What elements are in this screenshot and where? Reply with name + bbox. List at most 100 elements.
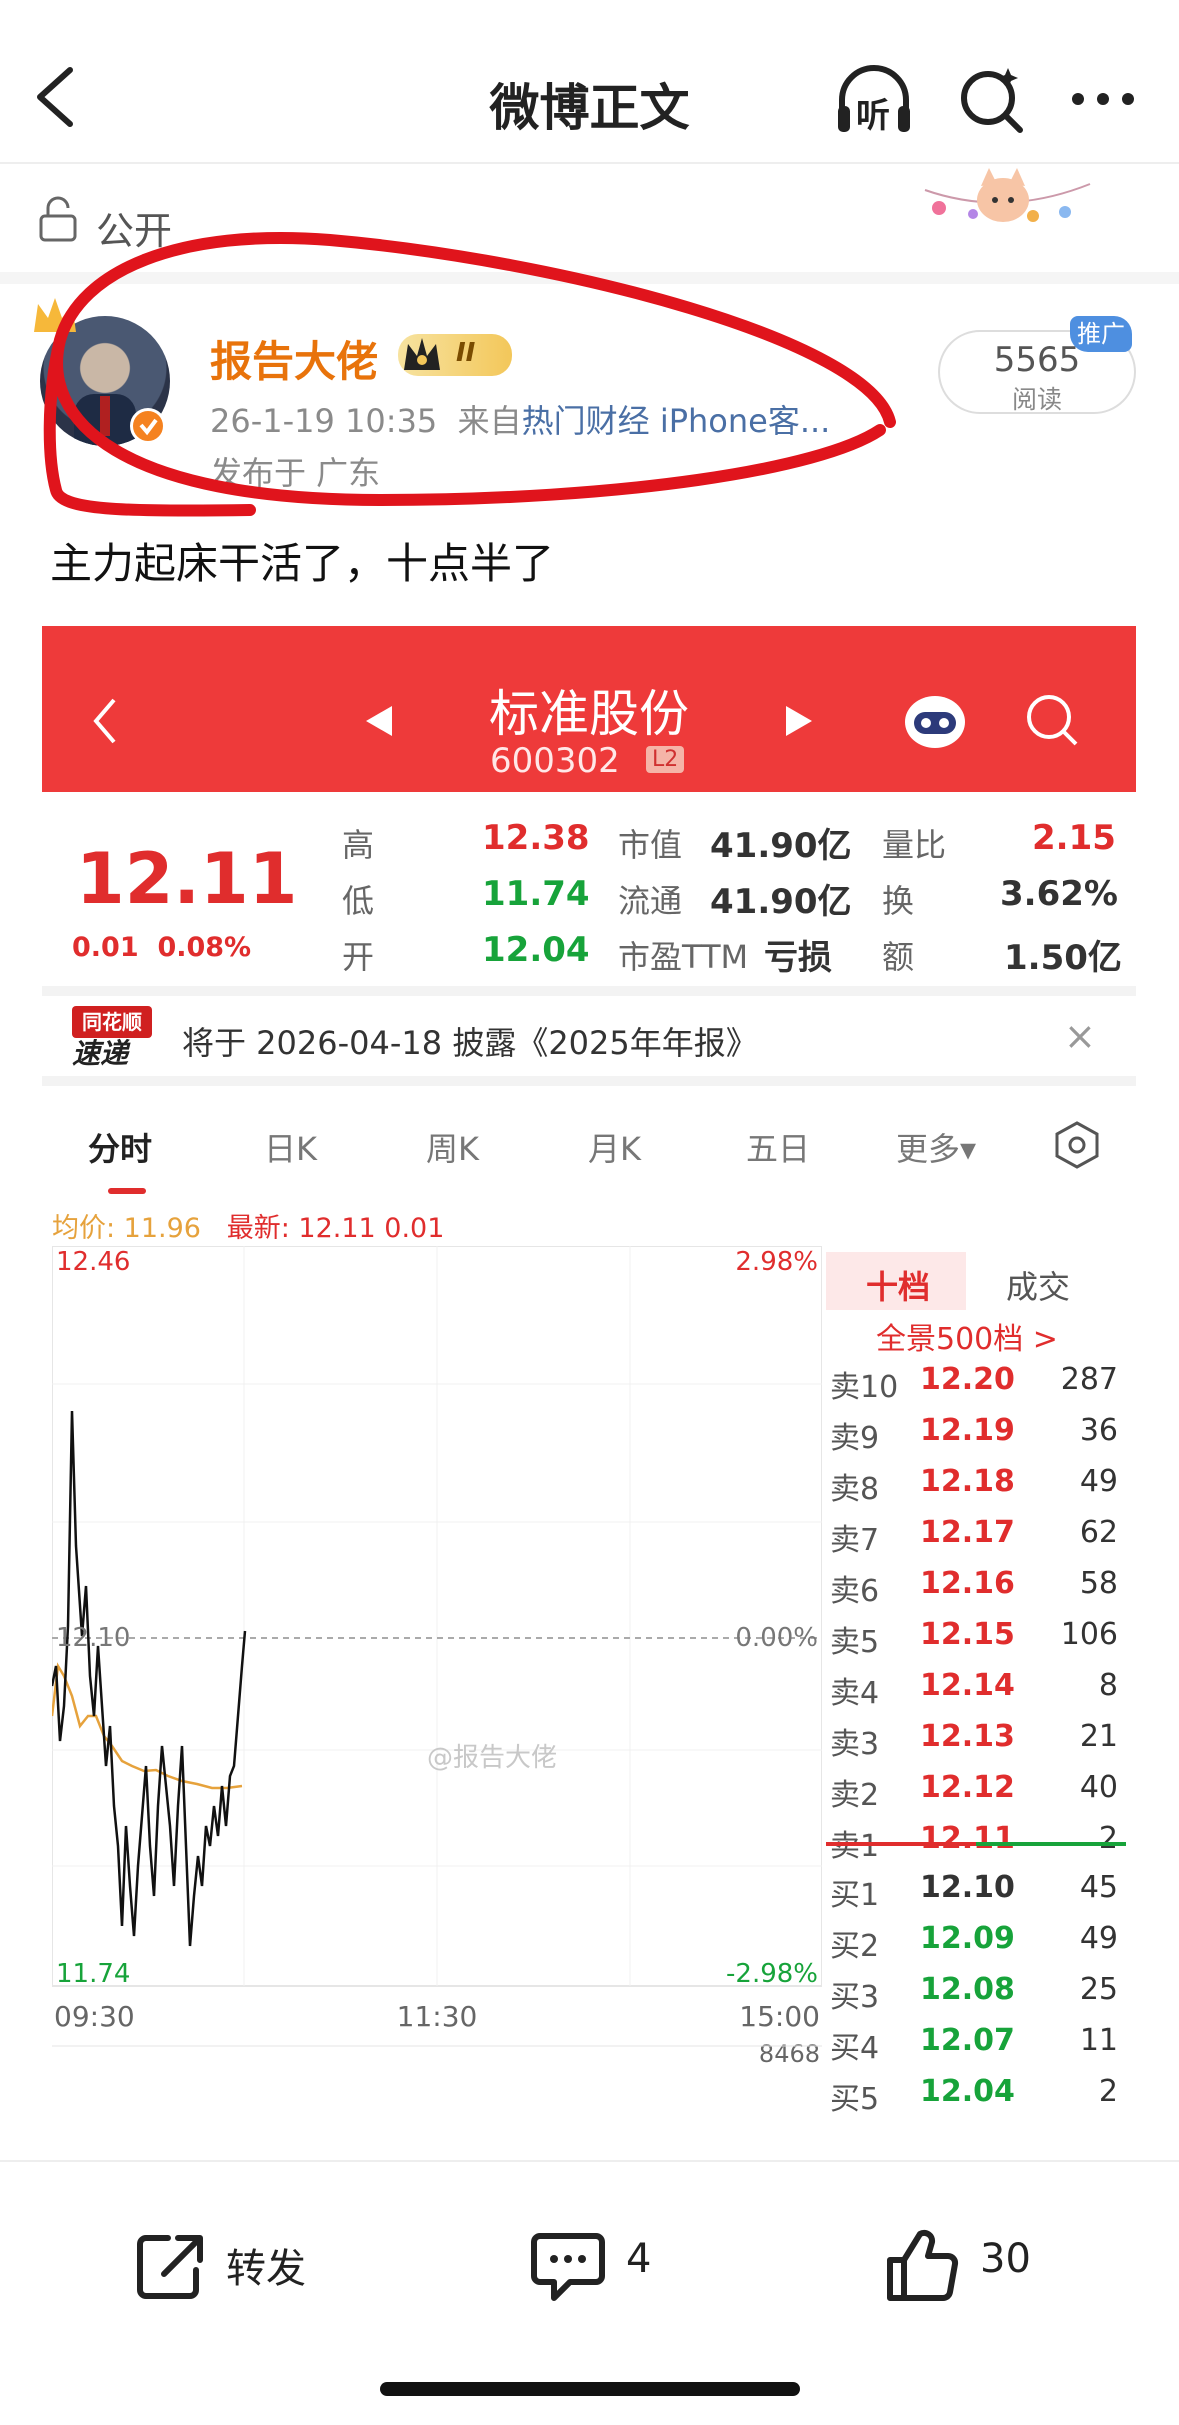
market-cap-label: 市值 [618, 826, 683, 864]
repost-button[interactable]: 转发 [134, 2224, 334, 2304]
earnings-notice: 同花顺 速递 将于 2026-04-18 披露《2025年年报》 × [42, 986, 1136, 1086]
ask-level: 卖7 [830, 1523, 880, 1558]
ask-row: 卖8 12.18 49 [826, 1464, 1126, 1514]
ask-row: 卖5 12.15 106 [826, 1617, 1126, 1667]
ask-volume: 106 [1060, 1617, 1118, 1652]
ask-level: 卖9 [830, 1421, 880, 1456]
current-price: 12.11 [76, 838, 298, 920]
bid-volume: 2 [1098, 2074, 1118, 2109]
ask-volume: 62 [1079, 1515, 1118, 1550]
ask-row: 卖3 12.13 21 [826, 1719, 1126, 1769]
ask-row: 卖7 12.17 62 [826, 1515, 1126, 1565]
tab-five-day: 五日 [746, 1130, 811, 1168]
bid-row: 买4 12.07 11 [826, 2023, 1126, 2073]
more-icon[interactable] [1068, 86, 1138, 112]
price-change: 0.01 0.08% [72, 932, 252, 963]
annotation-circle [43, 231, 896, 517]
bid-volume: 49 [1079, 1921, 1118, 1956]
ask-volume: 36 [1079, 1413, 1118, 1448]
comment-button[interactable]: 4 [530, 2224, 680, 2304]
repost-icon [137, 2235, 203, 2299]
pct-mid-label: 0.00% [735, 1623, 818, 1653]
bid-row: 买5 12.04 2 [826, 2074, 1126, 2124]
volume-ratio-label: 量比 [882, 826, 947, 864]
book-tab-trades: 成交 [1006, 1268, 1071, 1306]
close-icon: × [1064, 1014, 1096, 1058]
avg-price-label: 均价: 11.96 [52, 1213, 201, 1244]
bid-volume: 11 [1079, 2023, 1118, 2058]
bid-volume: 45 [1079, 1870, 1118, 1905]
y-max-label: 12.46 [56, 1247, 130, 1277]
turnover-label: 换 [882, 882, 915, 920]
ask-level: 卖8 [830, 1472, 880, 1507]
bid-level: 买1 [830, 1878, 880, 1913]
ask-level: 卖10 [830, 1370, 899, 1405]
amount-value: 1.50亿 [1004, 938, 1122, 978]
ask-volume: 2 [1098, 1821, 1118, 1856]
nav-divider [0, 162, 1179, 164]
repost-label: 转发 [226, 2246, 306, 2292]
bid-level: 买3 [830, 1980, 880, 2015]
float-cap-value: 41.90亿 [710, 882, 852, 922]
ask-row: 卖6 12.16 58 [826, 1566, 1126, 1616]
book-divider-green [976, 1842, 1126, 1846]
like-button[interactable]: 30 [884, 2224, 1044, 2304]
listen-icon[interactable]: 听 [834, 62, 914, 138]
ask-price: 12.17 [920, 1515, 1015, 1550]
comment-icon [531, 2233, 605, 2301]
ask-price: 12.19 [920, 1413, 1015, 1448]
ask-price: 12.12 [920, 1770, 1015, 1805]
top-nav: 微博正文 听 [0, 40, 1179, 160]
ask-row: 卖4 12.14 8 [826, 1668, 1126, 1718]
ask-price: 12.16 [920, 1566, 1015, 1601]
bid-row: 买1 12.10 45 [826, 1870, 1126, 1920]
float-cap-label: 流通 [618, 882, 683, 920]
bid-row: 买2 12.09 49 [826, 1921, 1126, 1971]
pe-label: 市盈TTM [618, 938, 749, 976]
low-value: 11.74 [482, 874, 590, 914]
ask-level: 卖6 [830, 1574, 880, 1609]
bid-level: 买4 [830, 2031, 880, 2066]
pct-max-label: 2.98% [735, 1247, 818, 1277]
volume-peek-label: 8468 [759, 2040, 820, 2068]
ask-price: 12.13 [920, 1719, 1015, 1754]
decoration-icon [924, 168, 1091, 222]
pe-value: 亏损 [764, 938, 832, 978]
ask-volume: 8 [1098, 1668, 1118, 1703]
stock-code: 600302 [490, 741, 620, 781]
time-end-label: 15:00 [739, 2000, 820, 2033]
tab-more: 更多▾ [896, 1130, 977, 1168]
stock-level-badge: L2 [646, 746, 685, 773]
tab-weekly-k: 周K [426, 1130, 479, 1168]
ask-level: 卖3 [830, 1727, 880, 1762]
order-book: 十档 成交 全景500档 > 卖10 12.20 287 卖9 12.19 36 卖8 12.… [826, 1252, 1126, 2132]
stock-screenshot-image[interactable]: 标准股份 600302 L2 12.11 0.01 0.08% 高 12.38 … [42, 626, 1136, 2166]
open-label: 开 [342, 938, 375, 976]
book-divider-red [826, 1842, 976, 1846]
ask-price: 12.15 [920, 1617, 1015, 1652]
quote-panel: 12.11 0.01 0.08% 高 12.38 低 11.74 开 12.04… [42, 792, 1136, 982]
ask-row: 卖1 12.11 2 [826, 1821, 1126, 1871]
thumbs-up-icon [887, 2229, 959, 2301]
chart-tabs: 分时 日K 周K 月K 五日 更多▾ [42, 1096, 1136, 1206]
time-start-label: 09:30 [54, 2000, 135, 2033]
bid-price: 12.04 [920, 2074, 1015, 2109]
intraday-legend: 均价: 11.96 最新: 12.11 0.01 [52, 1206, 444, 1245]
bid-price: 12.08 [920, 1972, 1015, 2007]
search-icon[interactable] [956, 64, 1026, 136]
low-label: 低 [342, 882, 375, 920]
comment-count: 4 [626, 2236, 652, 2282]
ask-price: 12.20 [920, 1362, 1015, 1397]
ask-level: 卖2 [830, 1778, 880, 1813]
intraday-chart: 12.46 12.10 11.74 2.98% 0.00% -2.98% @报告… [52, 1246, 822, 2068]
ask-price: 12.14 [920, 1668, 1015, 1703]
high-value: 12.38 [482, 818, 590, 858]
notice-text: 将于 2026-04-18 披露《2025年年报》 [182, 1024, 758, 1062]
bid-level: 买2 [830, 1929, 880, 1964]
book-full-depth-link: 全景500档 > [876, 1322, 1058, 1357]
tab-intraday: 分时 [88, 1130, 153, 1168]
home-indicator [380, 2382, 800, 2396]
ask-row: 卖9 12.19 36 [826, 1413, 1126, 1463]
ask-volume: 40 [1079, 1770, 1118, 1805]
y-min-label: 11.74 [56, 1959, 130, 1989]
